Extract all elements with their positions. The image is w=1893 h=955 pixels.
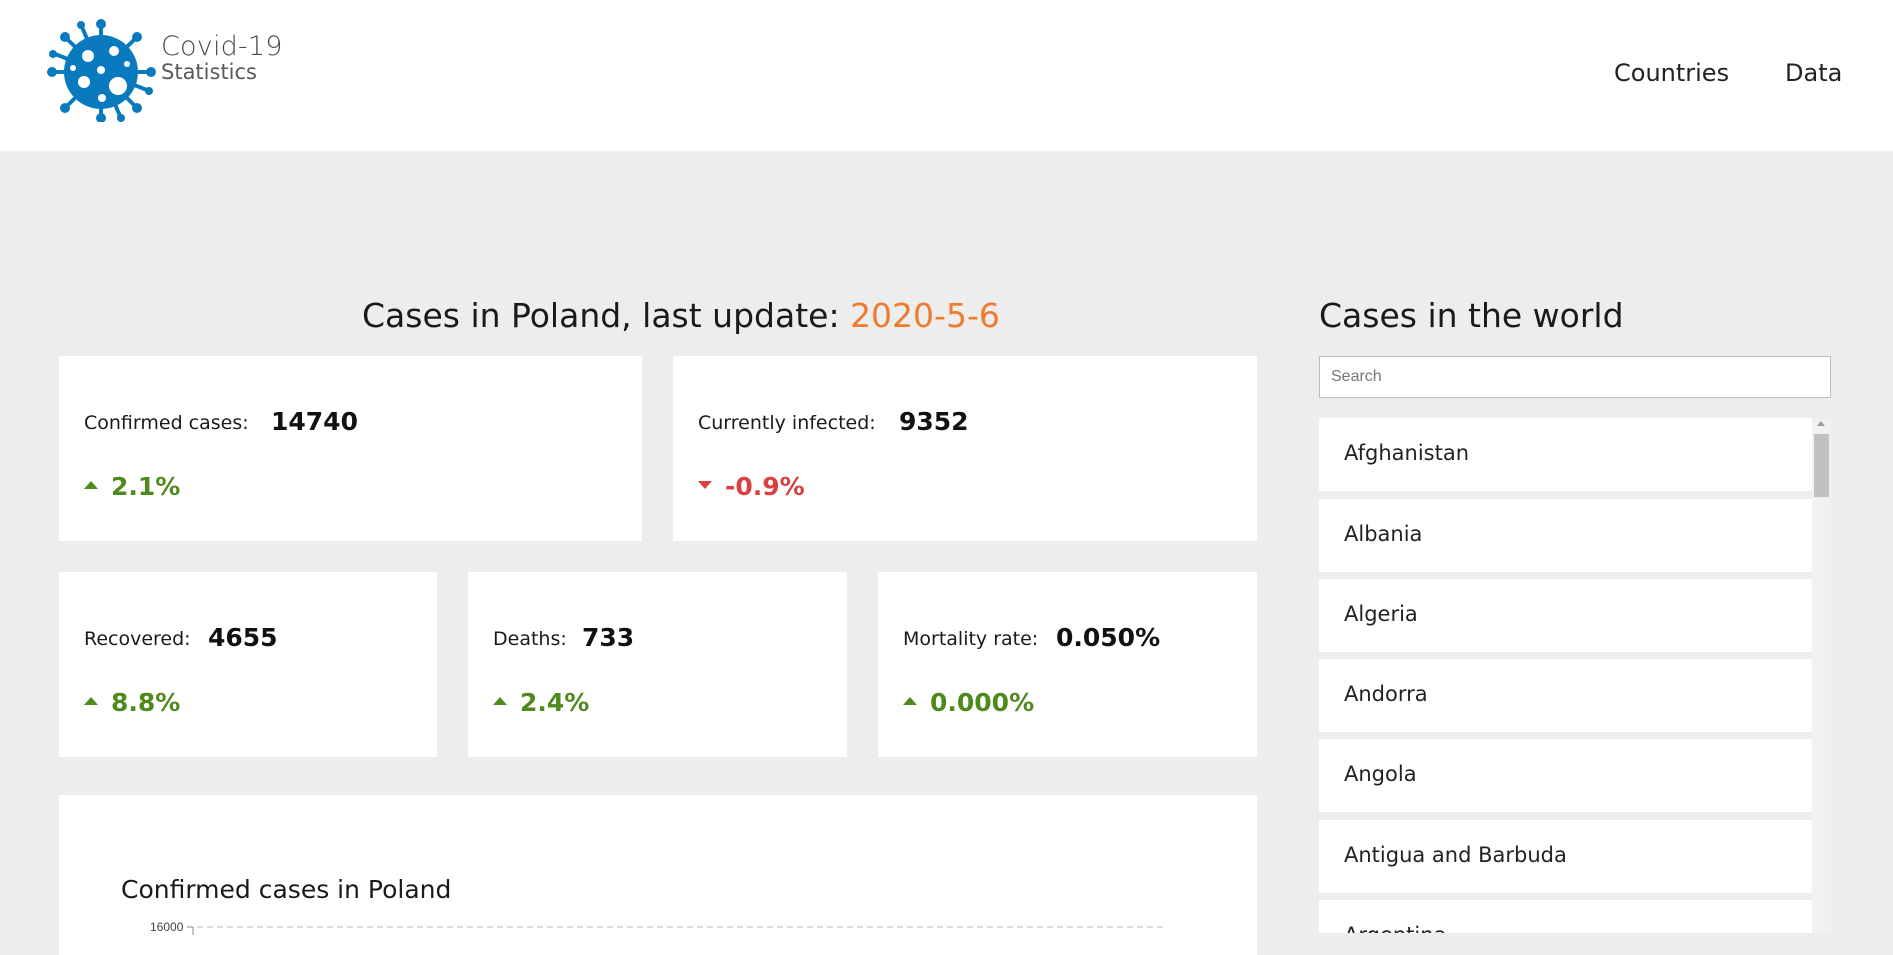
stat-change: 8.8% [84, 688, 180, 717]
stat-value: 14740 [271, 407, 358, 436]
stat-card-deaths: Deaths: 733 2.4% [468, 572, 847, 757]
country-item-afghanistan[interactable]: Afghanistan [1319, 418, 1812, 491]
country-item-andorra[interactable]: Andorra [1319, 659, 1812, 732]
country-item-argentina[interactable]: Argentina [1319, 900, 1812, 933]
country-name: Argentina [1344, 923, 1446, 933]
country-list-scrollbar[interactable] [1812, 418, 1831, 933]
logo-title: Covid-19 [161, 31, 283, 62]
stat-change: 2.1% [84, 472, 180, 501]
country-name: Algeria [1344, 602, 1418, 626]
scrollbar-thumb[interactable] [1814, 434, 1829, 497]
nav-link-data[interactable]: Data [1785, 59, 1842, 87]
last-update-date: 2020-5-6 [850, 296, 1000, 335]
stat-change: 2.4% [493, 688, 589, 717]
site-header: Covid-19 Statistics Countries Data [0, 0, 1893, 151]
stat-card-mortality-rate: Mortality rate: 0.050% 0.000% [878, 572, 1257, 757]
stat-label: Deaths: [493, 628, 567, 650]
country-item-antigua-and-barbuda[interactable]: Antigua and Barbuda [1319, 820, 1812, 893]
country-item-angola[interactable]: Angola [1319, 739, 1812, 812]
stat-value: 4655 [208, 623, 278, 652]
line-chart: 16000 [150, 920, 1167, 935]
stat-value: 9352 [899, 407, 969, 436]
country-name: Antigua and Barbuda [1344, 843, 1567, 867]
stat-label: Mortality rate: [903, 628, 1039, 650]
trend-up-icon [84, 697, 98, 705]
y-tick-label: 16000 [150, 920, 184, 934]
trend-up-icon [84, 481, 98, 489]
chart-card: Confirmed cases in Poland 16000 [59, 795, 1257, 955]
stat-card-confirmed: Confirmed cases: 14740 2.1% [59, 356, 642, 541]
country-name: Albania [1344, 522, 1423, 546]
stat-value: 0.050% [1056, 623, 1161, 652]
country-name: Afghanistan [1344, 441, 1470, 465]
stat-change: -0.9% [698, 472, 805, 501]
country-item-algeria[interactable]: Algeria [1319, 579, 1812, 652]
country-item-albania[interactable]: Albania [1319, 499, 1812, 572]
country-name: Angola [1344, 762, 1417, 786]
virus-icon[interactable] [44, 18, 158, 122]
trend-up-icon [493, 697, 507, 705]
trend-down-icon [698, 481, 712, 489]
country-name: Andorra [1344, 682, 1428, 706]
stat-label: Recovered: [84, 628, 191, 650]
stat-card-currently-infected: Currently infected: 9352 -0.9% [673, 356, 1257, 541]
stat-card-recovered: Recovered: 4655 8.8% [59, 572, 437, 757]
world-section-title: Cases in the world [1319, 296, 1624, 335]
scroll-up-icon[interactable] [1817, 421, 1825, 426]
poland-section-title: Cases in Poland, last update: 2020-5-6 [362, 296, 1000, 335]
stat-label: Confirmed cases: [84, 412, 249, 434]
country-list: Afghanistan Albania Algeria Andorra Ango… [1319, 418, 1831, 933]
country-search-input[interactable] [1319, 356, 1831, 398]
nav-link-countries[interactable]: Countries [1614, 59, 1729, 87]
stat-label: Currently infected: [698, 412, 876, 434]
stat-value: 733 [582, 623, 635, 652]
stat-change: 0.000% [903, 688, 1034, 717]
trend-up-icon [903, 697, 917, 705]
logo-subtitle: Statistics [161, 60, 257, 84]
poland-title-prefix: Cases in Poland, last update: [362, 296, 851, 335]
